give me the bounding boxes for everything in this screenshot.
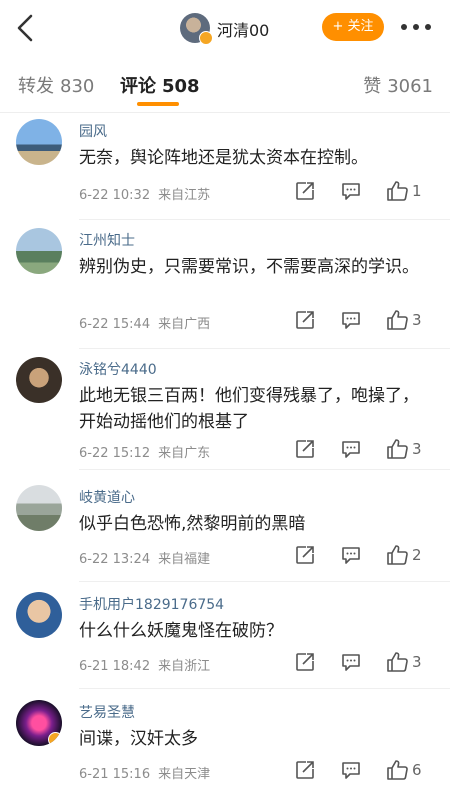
verified-badge-icon	[199, 31, 213, 45]
comment-date: 6-21 18:42	[79, 659, 151, 674]
divider	[79, 348, 450, 349]
commenter-name[interactable]: 艺易圣慧	[79, 702, 135, 722]
comment-actions: 3	[294, 651, 434, 675]
commenter-name[interactable]: 江州知士	[79, 230, 135, 250]
share-icon[interactable]	[294, 759, 316, 783]
comment-meta: 6-21 18:42 来自浙江	[79, 655, 210, 674]
avatar[interactable]	[16, 485, 62, 531]
like-count: 6	[412, 761, 422, 779]
tab-repost-label: 转发	[18, 76, 54, 97]
comment-date: 6-22 13:24	[79, 552, 151, 567]
tab-comments-count: 508	[162, 76, 200, 97]
reply-icon[interactable]	[340, 651, 362, 675]
comment-location: 来自浙江	[158, 659, 211, 674]
divider	[79, 688, 450, 689]
comment-actions: 2	[294, 544, 434, 568]
tab-comments[interactable]: 评论 508	[120, 72, 200, 98]
divider	[79, 469, 450, 470]
reply-icon[interactable]	[340, 180, 362, 204]
comment-meta: 6-21 15:16 来自天津	[79, 763, 210, 782]
comment-text: 似乎白色恐怖,然黎明前的黑暗	[79, 514, 306, 534]
tab-comments-label: 评论	[120, 76, 156, 97]
avatar[interactable]	[16, 357, 62, 403]
share-icon[interactable]	[294, 309, 316, 333]
comment-location: 来自福建	[158, 552, 211, 567]
comment-actions: 3	[294, 309, 434, 333]
tab-likes-count: 3061	[387, 76, 433, 97]
share-icon[interactable]	[294, 651, 316, 675]
comment-text: 此地无银三百两！他们变得残暴了，咆操了，开始动摇他们的根基了	[79, 386, 419, 432]
avatar[interactable]	[16, 119, 62, 165]
tab-repost-count: 830	[60, 76, 95, 97]
divider	[79, 219, 450, 220]
like-icon[interactable]	[386, 180, 410, 204]
share-icon[interactable]	[294, 438, 316, 462]
like-count: 3	[412, 440, 422, 458]
like-icon[interactable]	[386, 759, 410, 783]
avatar[interactable]	[16, 228, 62, 274]
comment-meta: 6-22 10:32 来自江苏	[79, 184, 210, 203]
active-tab-indicator	[137, 102, 179, 106]
tab-repost[interactable]: 转发 830	[18, 72, 94, 98]
commenter-name[interactable]: 手机用户1829176754	[79, 594, 224, 614]
comment-meta: 6-22 15:44 来自广西	[79, 313, 210, 332]
divider	[79, 581, 450, 582]
tab-likes[interactable]: 赞 3061	[363, 72, 433, 98]
comment-actions: 6	[294, 759, 434, 783]
comment-meta: 6-22 15:12 来自广东	[79, 442, 210, 461]
author-name[interactable]: 河清00	[217, 17, 269, 41]
tab-bar: 转发 830 评论 508 赞 3061	[0, 56, 450, 113]
avatar[interactable]	[16, 592, 62, 638]
comment-location: 来自江苏	[158, 188, 211, 203]
comment-text: 无奈，舆论阵地还是犹太资本在控制。	[79, 148, 368, 168]
commenter-name[interactable]: 园风	[79, 121, 107, 141]
comment-location: 来自广东	[158, 446, 211, 461]
commenter-name[interactable]: 泳铭兮4440	[79, 359, 157, 379]
comment-date: 6-22 10:32	[79, 188, 151, 203]
reply-icon[interactable]	[340, 759, 362, 783]
avatar[interactable]	[16, 700, 62, 746]
comment-text: 什么什么妖魔鬼怪在破防？	[79, 621, 283, 641]
verified-badge-icon	[48, 732, 62, 746]
commenter-name[interactable]: 岐黄道心	[79, 487, 135, 507]
comment-date: 6-21 15:16	[79, 767, 151, 782]
comment-location: 来自天津	[158, 767, 211, 782]
comment-actions: 1	[294, 180, 434, 204]
like-count: 2	[412, 546, 422, 564]
comment-location: 来自广西	[158, 317, 211, 332]
top-bar: 河清00 + 关注	[0, 0, 450, 56]
share-icon[interactable]	[294, 544, 316, 568]
like-icon[interactable]	[386, 544, 410, 568]
comment-text: 间谍，汉奸太多	[79, 729, 198, 749]
like-count: 3	[412, 311, 422, 329]
reply-icon[interactable]	[340, 438, 362, 462]
like-count: 3	[412, 653, 422, 671]
tab-likes-label: 赞	[363, 76, 382, 97]
comment-meta: 6-22 13:24 来自福建	[79, 548, 210, 567]
like-icon[interactable]	[386, 651, 410, 675]
comment-actions: 3	[294, 438, 434, 462]
comment-date: 6-22 15:44	[79, 317, 151, 332]
reply-icon[interactable]	[340, 544, 362, 568]
comment-date: 6-22 15:12	[79, 446, 151, 461]
like-icon[interactable]	[386, 309, 410, 333]
reply-icon[interactable]	[340, 309, 362, 333]
like-count: 1	[412, 182, 422, 200]
more-icon[interactable]	[398, 14, 434, 40]
like-icon[interactable]	[386, 438, 410, 462]
back-icon[interactable]	[14, 12, 38, 44]
share-icon[interactable]	[294, 180, 316, 204]
follow-button[interactable]: + 关注	[322, 13, 384, 41]
comment-text: 辨别伪史，只需要常识，不需要高深的学识。	[79, 257, 419, 277]
